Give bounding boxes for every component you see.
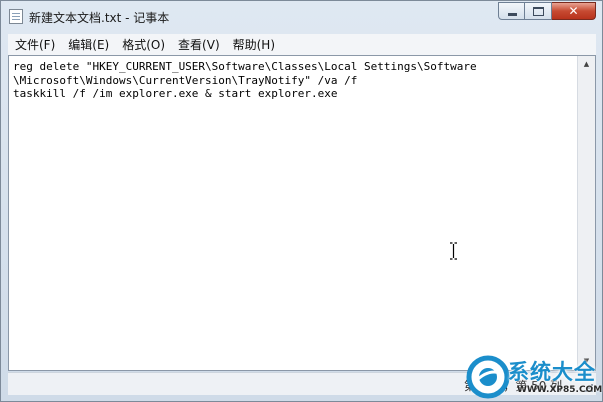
menu-edit[interactable]: 编辑(E) [61, 36, 115, 53]
caption-buttons: ✕ [498, 2, 596, 22]
scroll-up-arrow-icon[interactable]: ▲ [578, 56, 595, 73]
menu-file[interactable]: 文件(F) [8, 36, 61, 53]
title-bar[interactable]: 新建文本文档.txt - 记事本 ✕ [1, 1, 602, 31]
menu-view[interactable]: 查看(V) [171, 36, 226, 53]
menu-help[interactable]: 帮助(H) [226, 36, 281, 53]
site-watermark: 系统大全 WWW.XP85.COM [466, 355, 602, 401]
window-title: 新建文本文档.txt - 记事本 [29, 11, 170, 25]
watermark-text: 系统大全 [508, 360, 596, 384]
menu-bar: 文件(F) 编辑(E) 格式(O) 查看(V) 帮助(H) [8, 34, 596, 56]
notepad-window: 新建文本文档.txt - 记事本 ✕ 文件(F) 编辑(E) 格式(O) 查看(… [0, 0, 603, 402]
text-cursor-ibeam-icon [450, 242, 457, 260]
watermark-url: WWW.XP85.COM [517, 385, 603, 395]
minimize-icon [508, 13, 517, 16]
notepad-icon[interactable] [9, 9, 23, 24]
maximize-icon [533, 7, 544, 16]
minimize-button[interactable] [498, 2, 525, 20]
vertical-scrollbar[interactable]: ▲ ▼ [577, 56, 595, 370]
maximize-button[interactable] [525, 2, 552, 20]
editor-text[interactable]: reg delete "HKEY_CURRENT_USER\Software\C… [13, 60, 577, 101]
menu-format[interactable]: 格式(O) [115, 36, 171, 53]
close-button[interactable]: ✕ [552, 2, 596, 20]
close-icon: ✕ [568, 4, 579, 18]
xp85-logo-icon [466, 355, 510, 399]
text-editor[interactable]: reg delete "HKEY_CURRENT_USER\Software\C… [8, 55, 596, 371]
